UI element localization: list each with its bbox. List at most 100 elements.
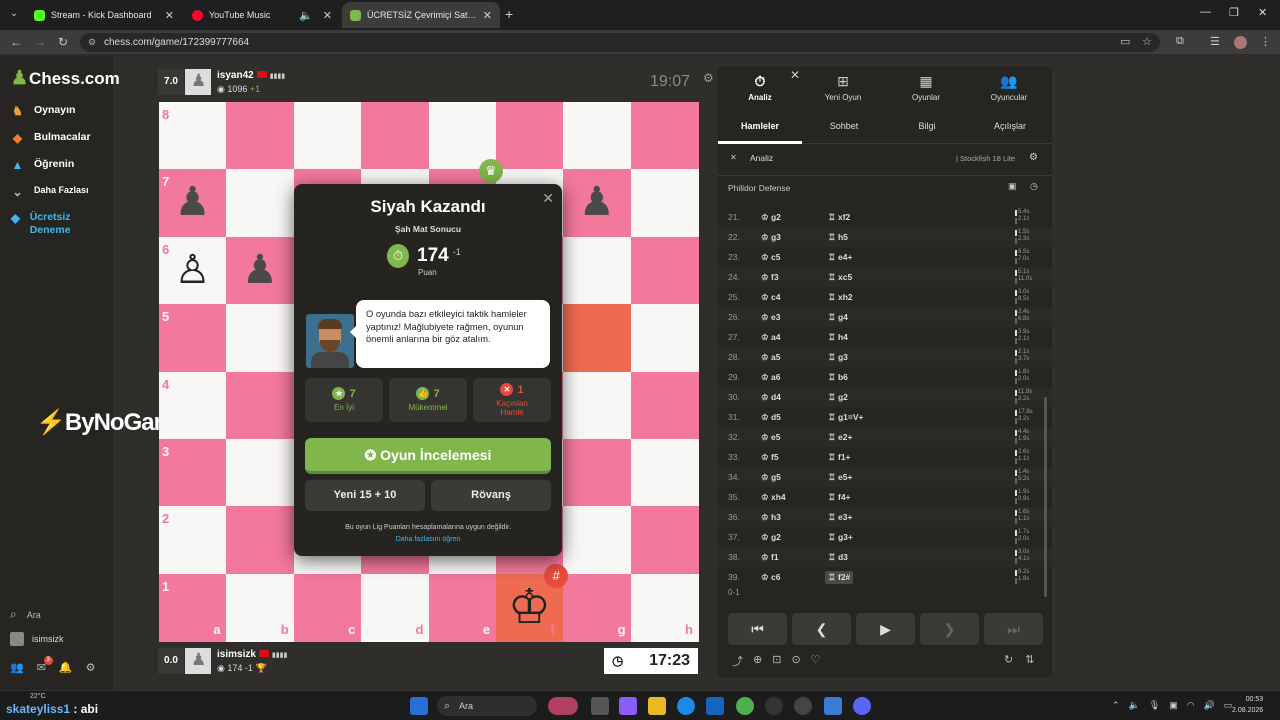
black-move[interactable]: ♖ f1+ [828, 452, 851, 463]
wifi-icon[interactable]: ◠ [1187, 700, 1195, 711]
white-move[interactable]: ♔ f5 [761, 452, 779, 463]
store-icon[interactable] [706, 697, 724, 715]
board-square[interactable] [630, 438, 699, 507]
app-tray-icon[interactable]: ▣ [1169, 700, 1178, 711]
volume-icon[interactable]: 🔊 [1204, 700, 1215, 711]
gear-icon[interactable]: ⚙ [86, 661, 96, 674]
reading-list-icon[interactable]: ☰ [1210, 35, 1220, 48]
black-move[interactable]: ♖ e5+ [828, 472, 852, 483]
sidebar-item-puzzles[interactable]: ◆ Bulmacalar [10, 131, 91, 146]
black-move[interactable]: ♖ f4+ [828, 492, 851, 503]
sidebar-item-play[interactable]: ♞ Oynayın [10, 104, 75, 119]
board-square[interactable] [226, 371, 295, 440]
black-move[interactable]: ♖ e4+ [828, 252, 852, 263]
avatar[interactable] [185, 648, 211, 674]
sidebar-item-more[interactable]: ⌄ Daha Fazlası [10, 185, 88, 200]
white-move[interactable]: ♔ g3 [761, 232, 781, 243]
white-move[interactable]: ♔ c6 [761, 572, 780, 583]
last-move-button[interactable]: ⏭ [984, 613, 1043, 645]
tab-new-game[interactable]: ⊞ Yeni Oyun [803, 73, 883, 102]
clock-icon[interactable]: ◷ [1030, 181, 1038, 192]
copilot-icon[interactable] [548, 697, 578, 715]
board-square[interactable] [361, 102, 429, 170]
close-icon[interactable]: ✕ [790, 68, 800, 82]
board-square[interactable] [630, 236, 699, 305]
sidebar-profile[interactable]: isimsizk [10, 632, 64, 646]
move-list-scrollbar[interactable] [1044, 397, 1047, 597]
close-analysis-icon[interactable]: ✕ [730, 153, 737, 162]
white-move[interactable]: ♔ f3 [761, 272, 779, 283]
browser-tab-chess[interactable]: ÜCRETSİZ Çevrimiçi Satranç Oy ✕ [342, 2, 500, 28]
board-square[interactable] [630, 102, 699, 170]
stat-best[interactable]: ★ 7 En İyi [305, 378, 383, 422]
game-review-button[interactable]: ✪ Oyun İncelemesi [305, 438, 551, 474]
black-move[interactable]: ♖ h5 [828, 232, 848, 243]
white-move[interactable]: ♔ a5 [761, 352, 780, 363]
speaker-icon[interactable]: 🔈 [1129, 700, 1140, 711]
app-icon[interactable] [824, 697, 842, 715]
black-move[interactable]: ♖ g3+ [828, 532, 853, 543]
stat-excellent[interactable]: 👍 7 Mükemmel [389, 378, 467, 422]
close-window-button[interactable]: ✕ [1258, 6, 1267, 19]
engine-settings-gear-icon[interactable]: ⚙ [1029, 152, 1038, 163]
board-square[interactable] [226, 304, 295, 372]
share-icon[interactable]: ⤴ [732, 653, 743, 669]
black-move[interactable]: ♖ g4 [828, 312, 848, 323]
app-icon[interactable] [794, 697, 812, 715]
board-square[interactable] [226, 102, 295, 170]
tab-info[interactable]: Bilgi [886, 121, 968, 131]
tab-players[interactable]: 👥 Oyuncular [969, 73, 1049, 102]
white-move[interactable]: ♔ e3 [761, 312, 780, 323]
board-square[interactable] [226, 506, 295, 575]
new-tab-button[interactable]: + [505, 6, 513, 22]
close-tab-icon[interactable]: ✕ [323, 9, 332, 22]
white-move[interactable]: ♔ g5 [761, 472, 781, 483]
taskbar-search[interactable]: Ara [437, 696, 537, 716]
board-square[interactable] [563, 236, 632, 305]
black-move[interactable]: ♖ g1=V+ [828, 412, 864, 423]
black-move[interactable]: ♖ e2+ [828, 432, 852, 443]
windows-start-icon[interactable] [410, 697, 428, 715]
previous-move-button[interactable]: ❮ [792, 613, 851, 645]
browser-tab-kick[interactable]: Stream - Kick Dashboard ✕ [26, 2, 182, 28]
black-move[interactable]: ♖ h4 [828, 332, 848, 343]
refresh-icon[interactable]: ↻ [1004, 653, 1013, 666]
black-move[interactable]: ♖ xf2 [828, 212, 850, 223]
board-square[interactable] [563, 371, 632, 440]
close-tab-icon[interactable]: ✕ [165, 9, 174, 22]
black-pawn-piece[interactable]: ♟ [563, 169, 630, 236]
system-clock[interactable]: 00:53 2.08.2026 [1232, 694, 1263, 716]
board-square[interactable] [563, 102, 632, 170]
tab-analysis[interactable]: ⏱ Analiz [720, 73, 800, 102]
white-move[interactable]: ♔ a4 [761, 332, 780, 343]
mic-icon[interactable]: 🎙 [1149, 700, 1160, 711]
sidebar-item-free-trial[interactable]: ◆ Ücretsiz Deneme [10, 211, 90, 237]
learn-more-link[interactable]: Daha fazlasını öğren [294, 536, 562, 543]
flip-board-icon[interactable]: ⇅ [1025, 653, 1034, 666]
weather-widget[interactable]: 22°C [30, 693, 46, 700]
play-button[interactable]: ▶ [856, 613, 915, 645]
board-square[interactable] [293, 102, 362, 170]
reload-icon[interactable]: ↻ [58, 35, 68, 49]
bottom-player-name[interactable]: isimsizk [217, 649, 256, 660]
address-bar[interactable]: ⚙ chess.com/game/172399777664 [80, 33, 1160, 52]
sidebar-search[interactable]: ⌕ Ara [10, 607, 41, 622]
task-view-icon[interactable] [591, 697, 609, 715]
white-pawn-piece[interactable]: ♙ [159, 237, 226, 304]
resize-icon[interactable]: ⊡ [772, 653, 781, 669]
top-player-name[interactable]: isyan42 [217, 70, 254, 81]
heart-icon[interactable]: ♡ [811, 653, 821, 669]
browser-tab-youtube-music[interactable]: YouTube Music 🔈 ✕ [184, 2, 340, 28]
white-move[interactable]: ♔ h3 [761, 512, 781, 523]
profile-avatar-icon[interactable] [1234, 36, 1247, 49]
extensions-icon[interactable]: ⧉ [1176, 35, 1184, 48]
white-move[interactable]: ♔ f1 [761, 552, 779, 563]
close-tab-icon[interactable]: ✕ [483, 9, 492, 22]
board-square[interactable] [630, 169, 699, 238]
chevron-up-icon[interactable]: ⌃ [1112, 700, 1120, 711]
white-move[interactable]: ♔ c5 [761, 252, 780, 263]
audio-icon[interactable]: 🔈 [299, 9, 313, 22]
black-move[interactable]: ♖ b6 [828, 372, 848, 383]
tab-search-icon[interactable]: ⌄ [6, 6, 22, 22]
forward-icon[interactable]: → [34, 35, 46, 49]
